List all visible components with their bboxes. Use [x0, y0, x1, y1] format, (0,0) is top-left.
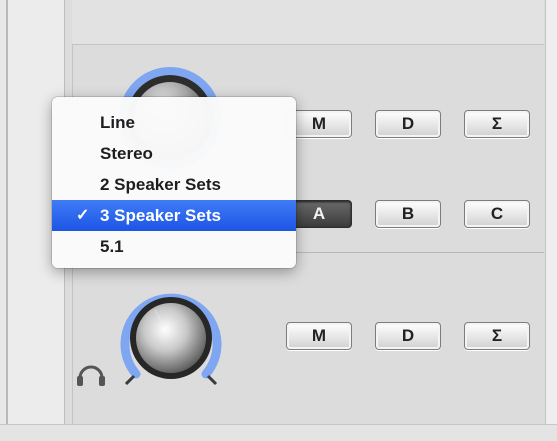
menu-item-stereo[interactable]: Stereo [52, 138, 296, 169]
output-mode-popup-menu: Line Stereo 2 Speaker Sets ✓ 3 Speaker S… [52, 97, 296, 268]
monitor-controller-panel: M D Σ A B C M D Σ Line Stereo 2 Speaker … [0, 0, 557, 441]
main-sum-button[interactable]: Σ [464, 110, 530, 138]
panel-right-edge [545, 0, 557, 440]
checkmark-icon: ✓ [76, 207, 90, 224]
headphone-sum-button[interactable]: Σ [464, 322, 530, 350]
menu-item-5-1[interactable]: 5.1 [52, 231, 296, 262]
menu-item-label: 5.1 [100, 237, 124, 256]
menu-item-2-speaker-sets[interactable]: 2 Speaker Sets [52, 169, 296, 200]
menu-item-label: Line [100, 113, 135, 132]
headphone-mute-button[interactable]: M [286, 322, 352, 350]
main-dim-button[interactable]: D [375, 110, 441, 138]
headphones-icon [77, 365, 105, 386]
headphone-dim-button[interactable]: D [375, 322, 441, 350]
speaker-set-b-button[interactable]: B [375, 200, 441, 228]
panel-bottom-edge [0, 424, 557, 441]
headphone-volume-knob[interactable] [110, 278, 232, 390]
menu-item-line[interactable]: Line [52, 107, 296, 138]
menu-item-label: Stereo [100, 144, 153, 163]
menu-item-label: 3 Speaker Sets [100, 206, 221, 225]
speaker-set-c-button[interactable]: C [464, 200, 530, 228]
menu-item-3-speaker-sets[interactable]: ✓ 3 Speaker Sets [52, 200, 296, 231]
menu-item-label: 2 Speaker Sets [100, 175, 221, 194]
top-band [72, 0, 544, 45]
